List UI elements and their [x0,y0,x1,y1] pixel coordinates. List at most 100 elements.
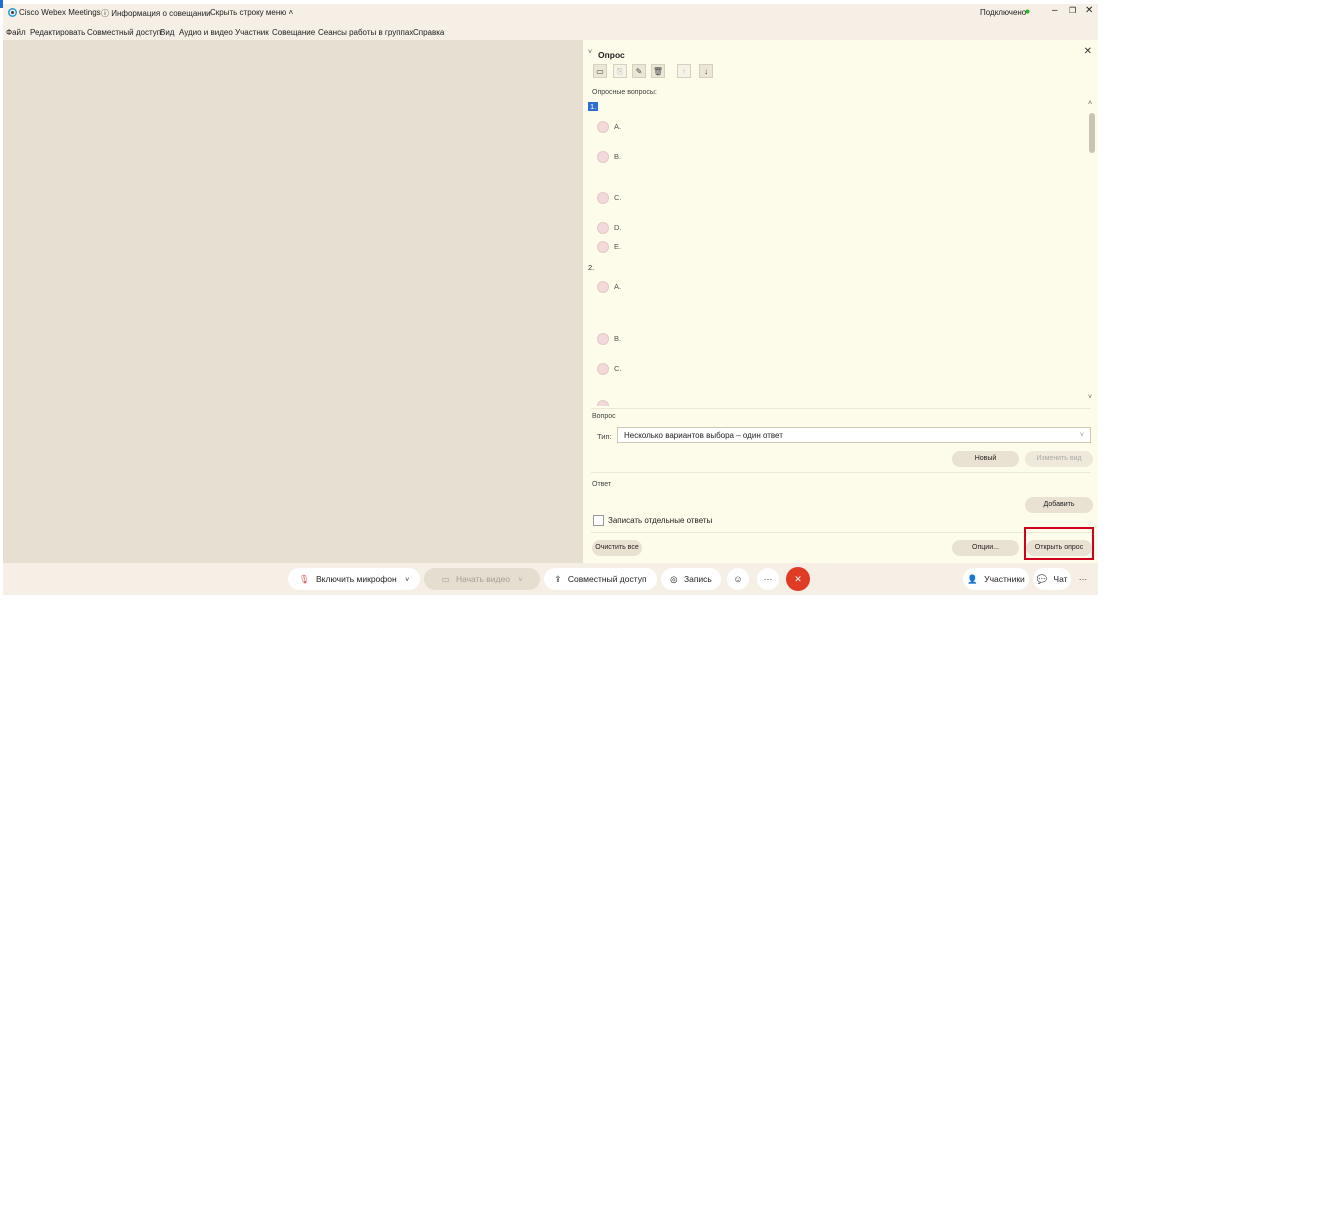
divider [591,532,1091,533]
radio-icon [597,192,609,204]
chevron-down-icon: ˅ [1079,432,1084,439]
poll-panel: ˅ Опрос ✕ ▭ ⎘ ✎ 🗑 ↑ ↓ Опросные вопросы: … [583,40,1098,563]
change-view-button[interactable]: Изменить вид [1025,451,1093,467]
questions-list[interactable]: 1. A. B. C. D. E. 2. A. B. C. [587,100,1087,406]
list-item[interactable]: A. [597,281,621,293]
menu-bar: Файл Редактировать Совместный доступ Вид… [3,26,1098,40]
chat-label: Чат [1053,574,1068,584]
share-icon: ⇪ [554,574,562,584]
scroll-up-icon[interactable]: ˄ [1088,100,1092,107]
menu-audio-video[interactable]: Аудио и видео [179,28,233,37]
record-button[interactable]: ◎ Запись [661,568,721,590]
menu-help[interactable]: Справка [413,28,444,37]
chevron-down-icon[interactable]: ˅ [405,577,409,584]
menu-view[interactable]: Вид [160,28,174,37]
questions-label: Опросные вопросы: [592,89,657,96]
list-item[interactable]: A. [597,121,621,133]
clear-all-button[interactable]: Очистить все [592,540,642,556]
hide-menu-label: Скрыть строку меню [210,8,287,17]
edit-pencil-icon[interactable]: ✎ [632,64,646,78]
record-answers-checkbox[interactable] [593,515,604,526]
participants-button[interactable]: 👤 Участники [963,568,1029,590]
scroll-down-icon[interactable]: ˅ [1088,394,1092,401]
menu-meeting[interactable]: Совещание [272,28,315,37]
record-label: Запись [683,574,712,584]
radio-icon [597,363,609,375]
list-item[interactable]: C. [597,192,622,204]
close-window-icon[interactable]: ✕ [1085,5,1093,16]
question-section-label: Вопрос [592,413,616,420]
option-label: E. [614,241,622,251]
radio-icon [597,281,609,293]
add-answer-button[interactable]: Добавить [1025,497,1093,513]
answer-section-label: Ответ [592,481,612,488]
mic-label: Включить микрофон [316,574,397,584]
question-number[interactable]: 1. [588,102,599,111]
hide-menu-button[interactable]: Скрыть строку меню ˄ [210,8,293,17]
menu-participant[interactable]: Участник [235,28,269,37]
radio-icon [597,241,609,253]
move-up-icon[interactable]: ↑ [677,64,691,78]
radio-icon [597,222,609,234]
webex-window: Cisco Webex Meetings ⓘ Информация о сове… [3,4,1098,595]
menu-breakout[interactable]: Сеансы работы в группах [318,28,413,37]
scroll-thumb[interactable] [1089,113,1095,153]
delete-trash-icon[interactable]: 🗑 [651,64,665,78]
save-icon[interactable]: ⎘ [613,64,627,78]
question-type-select[interactable]: Несколько вариантов выбора – один ответ … [617,427,1091,443]
reactions-emoji-icon[interactable]: ☺ [727,568,749,590]
restore-icon[interactable]: ❐ [1069,6,1076,15]
list-item[interactable]: B. [597,333,621,345]
record-icon: ◎ [670,574,678,584]
option-label: B. [614,151,622,161]
chat-button[interactable]: 💬 Чат [1033,568,1071,590]
minimize-icon[interactable]: – [1052,5,1058,16]
menu-file[interactable]: Файл [6,28,26,37]
option-label: A. [614,281,622,291]
list-item[interactable]: E. [597,241,621,253]
end-call-icon[interactable]: ✕ [786,567,810,591]
menu-edit[interactable]: Редактировать [30,28,85,37]
meeting-stage [3,40,583,563]
list-item[interactable]: B. [597,151,621,163]
share-button[interactable]: ⇪ Совместный доступ [544,568,657,590]
more-options-icon[interactable]: ··· [757,568,779,590]
radio-icon [597,151,609,163]
collapse-chevron-icon[interactable]: ˅ [588,49,592,56]
option-label: D. [614,222,622,232]
option-label: B. [614,333,622,343]
record-answers-label: Записать отдельные ответы [608,516,713,525]
list-item[interactable]: C. [597,363,622,375]
webex-logo-icon [8,8,17,19]
chat-bubble-icon: 💬 [1036,574,1048,584]
video-camera-icon: ▭ [441,574,450,584]
question-number[interactable]: 2. [588,263,594,272]
chevron-down-icon[interactable]: ˅ [518,577,522,584]
highlight-box [1024,527,1094,560]
divider [591,408,1091,409]
menu-share[interactable]: Совместный доступ [87,28,161,37]
move-down-icon[interactable]: ↓ [699,64,713,78]
open-folder-icon[interactable]: ▭ [593,64,607,78]
poll-title: Опрос [598,50,625,60]
list-item[interactable] [597,400,614,406]
microphone-muted-icon: 🎙 [298,574,310,584]
app-title: Cisco Webex Meetings [19,8,101,17]
new-question-button[interactable]: Новый [952,451,1019,467]
status-dot-icon [1025,7,1030,16]
meeting-info-button[interactable]: ⓘ Информация о совещании [101,8,211,19]
more-panels-icon[interactable]: ··· [1073,568,1093,590]
info-icon: ⓘ [101,9,109,18]
option-label: C. [614,192,622,202]
list-item[interactable]: D. [597,222,622,234]
radio-icon [597,400,609,406]
questions-scrollbar[interactable]: ˄ ˅ [1088,100,1096,407]
mic-button[interactable]: 🎙 Включить микрофон ˅ [288,568,420,590]
radio-icon [597,121,609,133]
person-icon: 👤 [967,574,978,584]
video-button[interactable]: ▭ Начать видео ˅ [424,568,540,590]
options-button[interactable]: Опции... [952,540,1019,556]
meeting-info-label: Информация о совещании [111,9,211,18]
share-label: Совместный доступ [567,574,647,584]
close-panel-icon[interactable]: ✕ [1084,46,1092,57]
